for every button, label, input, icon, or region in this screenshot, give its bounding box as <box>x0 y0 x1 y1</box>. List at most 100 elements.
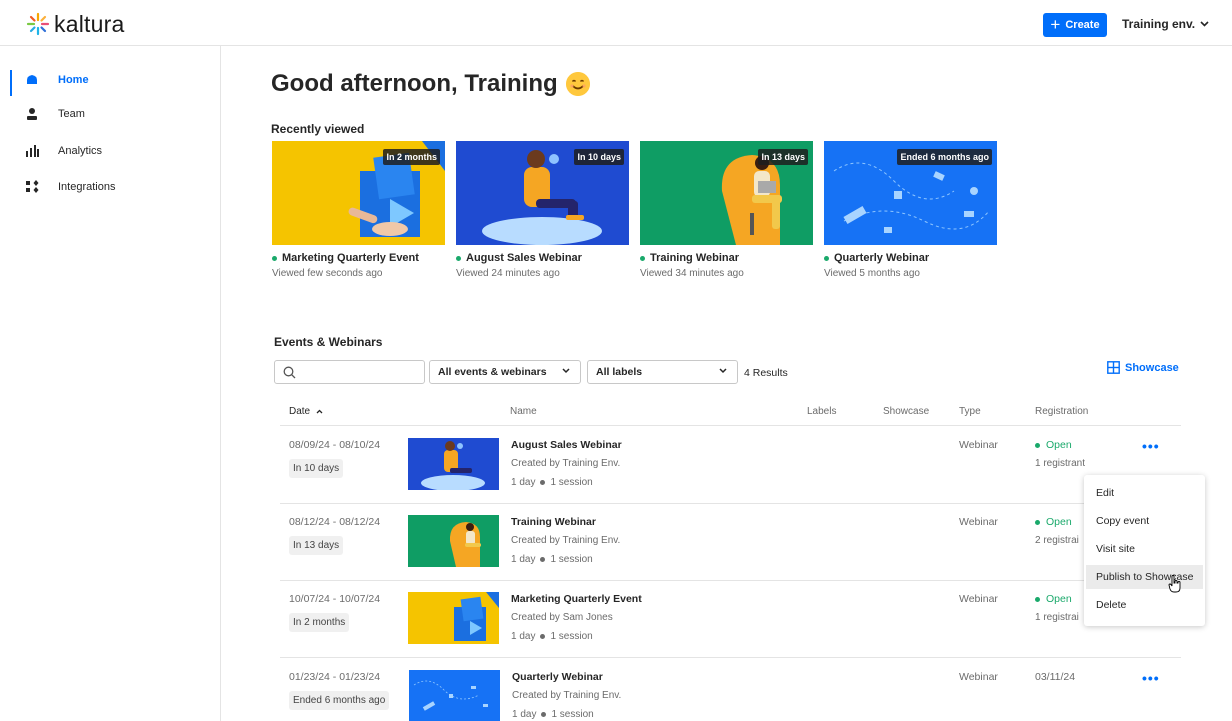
person-icon <box>27 108 37 120</box>
row-name[interactable]: Training Webinar <box>511 516 596 528</box>
chevron-down-icon <box>562 368 570 374</box>
row-date: 01/23/24 - 01/23/24 <box>289 671 381 683</box>
row-type: Webinar <box>959 671 998 683</box>
row-date: 08/12/24 - 08/12/24 <box>289 516 381 528</box>
table-row[interactable]: 10/07/24 - 10/07/24 In 2 months Marketin… <box>280 580 1181 657</box>
table-row[interactable]: 01/23/24 - 01/23/24 Ended 6 months ago Q… <box>280 658 1181 721</box>
row-registration-label: Open <box>1046 516 1072 528</box>
menu-item-visit-site[interactable]: Visit site <box>1086 537 1203 561</box>
card-title-text: Training Webinar <box>650 252 740 264</box>
app-window: kaltura + Create Training env. Home Team… <box>0 0 1232 721</box>
card-badge: In 13 days <box>758 149 808 165</box>
row-registrants: 2 registrai <box>1035 535 1079 546</box>
row-registration-status: Open <box>1035 516 1072 528</box>
page-title: Good afternoon, Training <box>271 70 590 98</box>
menu-item-delete[interactable]: Delete <box>1086 593 1203 617</box>
row-type: Webinar <box>959 439 998 451</box>
row-meta: 1 day 1 session <box>512 709 594 720</box>
more-options-icon[interactable]: ••• <box>1142 670 1160 686</box>
labels-filter[interactable]: All labels <box>587 360 738 384</box>
row-duration: 1 day <box>511 631 536 642</box>
showcase-button[interactable]: Showcase <box>1107 361 1179 374</box>
bar-chart-icon <box>26 145 39 157</box>
separator-dot <box>540 634 546 639</box>
card-thumbnail: In 2 months <box>272 141 445 245</box>
status-dot <box>456 255 461 261</box>
status-dot <box>1035 596 1040 602</box>
row-duration: 1 day <box>511 477 536 488</box>
row-thumbnail <box>408 592 499 644</box>
row-meta: 1 day 1 session <box>511 477 593 488</box>
row-registration-label: 03/11/24 <box>1035 671 1076 683</box>
row-sessions: 1 session <box>551 709 594 720</box>
card-title: Quarterly Webinar <box>824 252 997 264</box>
row-creator: Created by Sam Jones <box>511 612 613 623</box>
column-header-date[interactable]: Date <box>289 406 323 417</box>
status-dot <box>824 255 829 261</box>
search-input[interactable] <box>274 360 425 384</box>
table-row[interactable]: 08/09/24 - 08/10/24 In 10 days August Sa… <box>280 426 1181 503</box>
row-sessions: 1 session <box>550 631 593 642</box>
menu-item-copy-event[interactable]: Copy event <box>1086 509 1203 533</box>
card-title-text: Marketing Quarterly Event <box>282 252 419 264</box>
sidebar-item-home[interactable]: Home <box>0 68 220 96</box>
search-icon <box>283 366 296 379</box>
environment-switcher[interactable]: Training env. <box>1122 17 1209 31</box>
card-viewed: Viewed 34 minutes ago <box>640 268 744 279</box>
status-dot <box>272 255 277 261</box>
kaltura-logo[interactable]: kaltura <box>26 10 124 38</box>
status-dot <box>640 255 645 261</box>
sidebar-item-analytics[interactable]: Analytics <box>0 139 220 163</box>
row-creator: Created by Training Env. <box>511 458 621 469</box>
status-dot <box>1035 442 1040 448</box>
row-duration: 1 day <box>511 554 536 565</box>
row-registration-status: Open <box>1035 439 1072 451</box>
row-options-menu: Edit Copy event Visit site Publish to Sh… <box>1084 475 1205 626</box>
table-row[interactable]: 08/12/24 - 08/12/24 In 13 days Training … <box>280 503 1181 580</box>
row-creator: Created by Training Env. <box>512 690 622 701</box>
row-meta: 1 day 1 session <box>511 554 593 565</box>
home-icon <box>27 75 37 84</box>
card-title: Training Webinar <box>640 252 813 264</box>
row-creator: Created by Training Env. <box>511 535 621 546</box>
sidebar-item-team[interactable]: Team <box>0 102 220 126</box>
row-name[interactable]: August Sales Webinar <box>511 439 622 451</box>
more-options-icon[interactable]: ••• <box>1142 438 1160 454</box>
sidebar-item-integrations[interactable]: Integrations <box>0 175 220 199</box>
row-date: 10/07/24 - 10/07/24 <box>289 593 381 605</box>
card-badge: In 10 days <box>574 149 624 165</box>
sidebar-item-label: Home <box>58 74 89 86</box>
labels-filter-value: All labels <box>596 366 643 378</box>
create-button[interactable]: + Create <box>1043 13 1107 37</box>
logo-text: kaltura <box>54 10 125 37</box>
row-name[interactable]: Quarterly Webinar <box>512 671 603 683</box>
recent-card[interactable]: Ended 6 months ago Quarterly Webinar Vie… <box>824 141 997 279</box>
event-type-filter[interactable]: All events & webinars <box>429 360 581 384</box>
recent-card[interactable]: In 13 days Training Webinar Viewed 34 mi… <box>640 141 813 279</box>
row-sessions: 1 session <box>550 477 593 488</box>
row-time-chip: In 13 days <box>289 536 344 555</box>
event-type-filter-value: All events & webinars <box>438 366 547 378</box>
row-name[interactable]: Marketing Quarterly Event <box>511 593 642 605</box>
row-time-chip: In 10 days <box>289 459 344 478</box>
separator-dot <box>540 480 546 485</box>
separator-dot <box>541 712 547 717</box>
menu-item-edit[interactable]: Edit <box>1086 481 1203 505</box>
menu-item-publish-to-showcase[interactable]: Publish to Showcase <box>1086 565 1203 589</box>
recent-card[interactable]: In 10 days August Sales Webinar Viewed 2… <box>456 141 629 279</box>
row-thumbnail <box>408 438 499 490</box>
recent-card[interactable]: In 2 months Marketing Quarterly Event Vi… <box>272 141 445 279</box>
column-header-showcase: Showcase <box>883 406 930 417</box>
row-time-chip: In 2 months <box>289 613 350 632</box>
card-viewed: Viewed 5 months ago <box>824 268 920 279</box>
kaltura-logo-icon <box>26 12 50 36</box>
column-header-type: Type <box>959 406 981 417</box>
top-bar: kaltura + Create Training env. <box>0 0 1232 46</box>
environment-label: Training env. <box>1122 17 1196 31</box>
separator-dot <box>540 557 546 562</box>
grid-icon <box>26 180 39 193</box>
card-thumbnail: In 13 days <box>640 141 813 245</box>
card-title: Marketing Quarterly Event <box>272 252 445 264</box>
plus-icon: + <box>1050 14 1061 34</box>
row-registration-status: Open <box>1035 593 1072 605</box>
